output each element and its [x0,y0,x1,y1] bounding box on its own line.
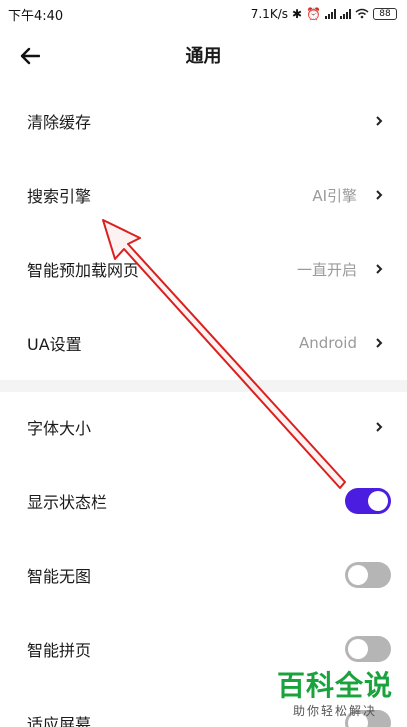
status-bar-toggle[interactable] [345,488,391,514]
setting-search-engine[interactable]: 搜索引擎 AI引擎 [0,158,407,232]
battery-level: 88 [379,9,391,19]
chevron-right-icon [373,187,385,203]
network-speed: 7.1K/s [250,7,288,21]
bluetooth-icon: ✱ [291,7,303,21]
setting-label: 智能拼页 [27,641,92,660]
setting-label: 显示状态栏 [27,493,108,512]
watermark-tagline: 助你轻松解决 [292,704,377,718]
wifi-icon [355,8,369,21]
top-bar: 通用 [0,28,407,82]
setting-label: 搜索引擎 [27,187,92,206]
setting-value: AI引擎 [312,186,357,205]
watermark-brand: 百科全说 [276,669,393,702]
no-image-toggle[interactable] [345,562,391,588]
setting-status-bar: 显示状态栏 [0,464,407,538]
setting-label: 清除缓存 [27,113,92,132]
page-title: 通用 [185,46,222,67]
setting-font-size[interactable]: 字体大小 [0,390,407,464]
chevron-right-icon [373,419,385,435]
setting-clear-cache[interactable]: 清除缓存 [0,84,407,158]
status-bar: 下午4:40 7.1K/s ✱ ⏰ 88 [0,0,407,28]
setting-value: Android [299,334,357,352]
setting-label: UA设置 [27,335,82,354]
setting-label: 字体大小 [27,419,92,438]
toggle-knob [348,565,368,585]
chevron-right-icon [373,261,385,277]
signal-icon-2 [340,9,351,19]
setting-label: 智能无图 [27,567,92,586]
setting-label: 智能预加载网页 [27,261,140,280]
setting-value: 一直开启 [296,260,357,279]
signal-icon [325,9,336,19]
setting-preload[interactable]: 智能预加载网页 一直开启 [0,232,407,306]
toggle-knob [348,639,368,659]
page-merge-toggle[interactable] [345,636,391,662]
status-time: 下午4:40 [8,8,64,24]
battery-icon: 88 [373,8,397,20]
chevron-right-icon [373,113,385,129]
toggle-knob [368,491,388,511]
watermark: 百科全说 助你轻松解决 [277,670,393,719]
chevron-right-icon [373,335,385,351]
setting-ua[interactable]: UA设置 Android [0,306,407,380]
setting-no-image: 智能无图 [0,538,407,612]
alarm-icon: ⏰ [306,7,321,21]
